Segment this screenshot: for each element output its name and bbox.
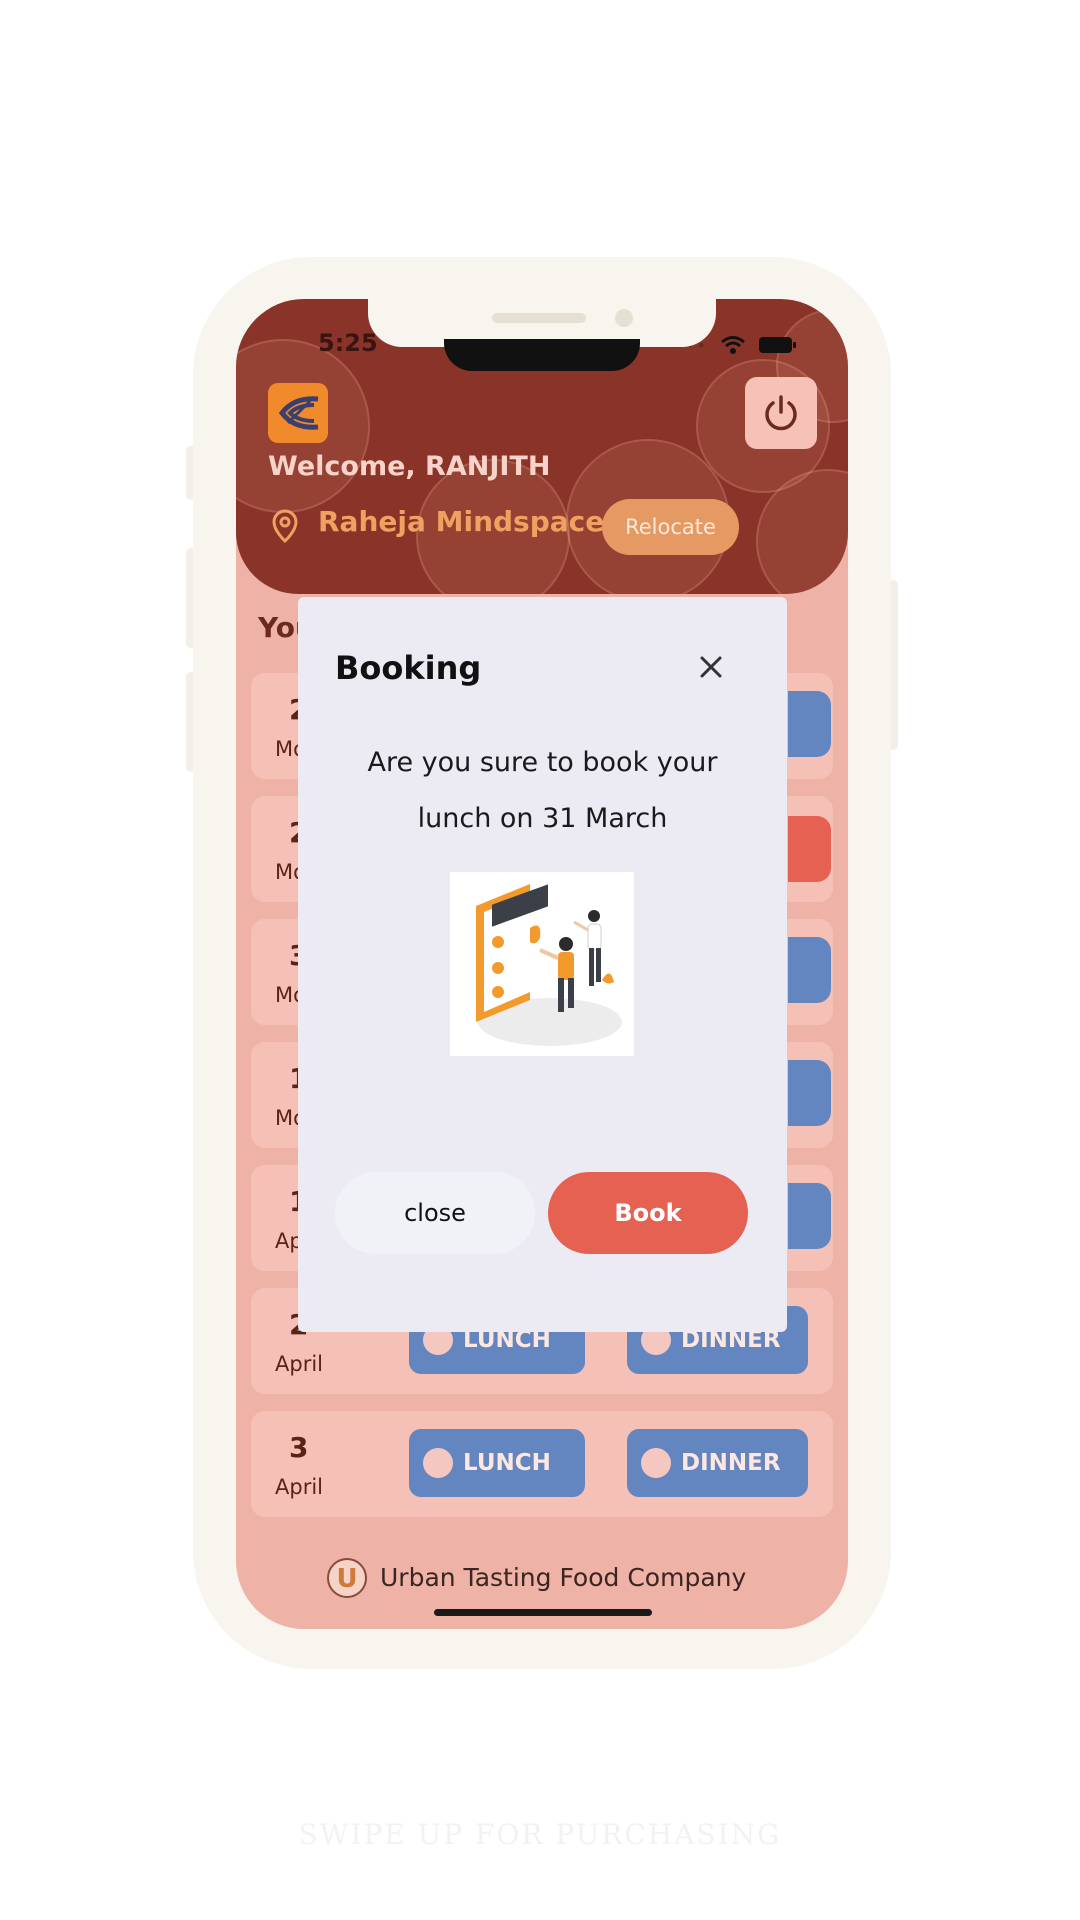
power-button[interactable] [745, 377, 817, 449]
company-name: Urban Tasting Food Company [380, 1562, 747, 1592]
lunch-button[interactable]: LUNCH [409, 1429, 585, 1497]
list-item: 3 April LUNCH DINNER [251, 1411, 833, 1517]
location-pin-icon [272, 509, 298, 543]
dinner-button[interactable] [788, 1060, 831, 1126]
lunch-label: LUNCH [463, 1450, 551, 1476]
battery-icon [759, 337, 796, 353]
wifi-icon [721, 336, 745, 354]
close-icon[interactable] [693, 649, 729, 685]
relocate-button[interactable]: Relocate [602, 499, 739, 555]
date-day: 3 [289, 1431, 309, 1464]
dinner-button[interactable] [788, 937, 831, 1003]
dinner-button[interactable] [788, 691, 831, 757]
app-logo-icon [268, 383, 328, 443]
dinner-label: DINNER [681, 1450, 781, 1476]
booking-dialog: Booking Are you sure to book your lunch … [298, 597, 787, 1332]
dinner-button-booked[interactable] [788, 816, 831, 882]
home-indicator[interactable] [434, 1609, 652, 1616]
company-logo-icon: U [327, 1558, 367, 1598]
close-button[interactable]: close [335, 1172, 535, 1254]
dynamic-island [444, 339, 640, 371]
location-name: Raheja Mindspace [318, 505, 605, 538]
booking-illustration [450, 872, 634, 1056]
radio-dot [423, 1448, 453, 1478]
status-time: 5:25 [318, 329, 378, 357]
power-icon [765, 395, 797, 431]
svg-text:U: U [336, 1564, 357, 1594]
header: 5:25 •••• W [236, 299, 848, 594]
swipe-hint: SWIPE UP FOR PURCHASING [298, 1818, 782, 1851]
welcome-text: Welcome, RANJITH [268, 451, 551, 482]
app-screen: 5:25 •••• W [236, 299, 848, 1629]
dialog-message: Are you sure to book your lunch on 31 Ma… [367, 747, 718, 834]
dialog-title: Booking [335, 649, 482, 687]
dinner-button[interactable]: DINNER [627, 1429, 808, 1497]
book-button[interactable]: Book [548, 1172, 748, 1254]
date-month: April [275, 1352, 323, 1376]
dinner-button[interactable] [788, 1183, 831, 1249]
footer: U Urban Tasting Food Company [324, 1554, 746, 1600]
date-month: April [275, 1475, 323, 1499]
radio-dot [641, 1448, 671, 1478]
